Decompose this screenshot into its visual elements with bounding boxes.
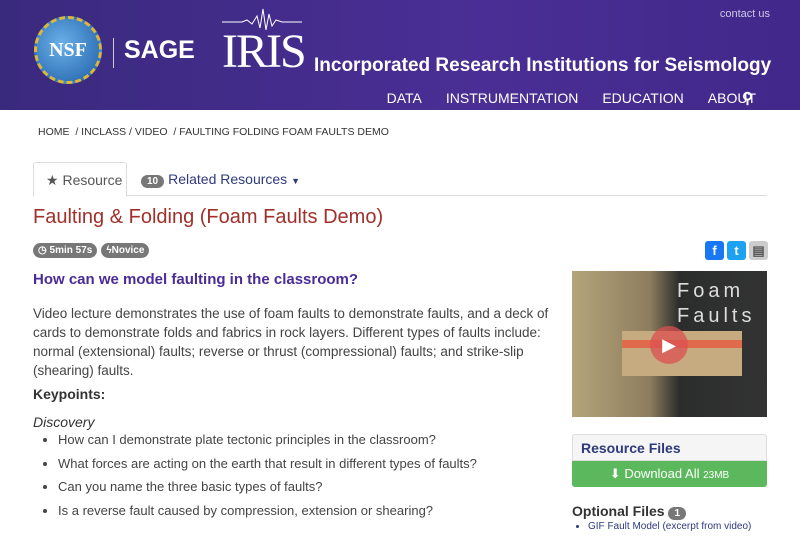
logo-divider (113, 38, 114, 68)
search-icon[interactable]: ⚲ (742, 89, 753, 107)
sage-logo[interactable]: SAGE (124, 36, 195, 65)
share-buttons: f t ▤ (705, 241, 768, 260)
breadcrumb-inclass[interactable]: INCLASS (81, 126, 126, 138)
list-item: How can I demonstrate plate tectonic pri… (58, 432, 477, 456)
play-icon[interactable]: ▶ (650, 326, 688, 364)
discovery-list: How can I demonstrate plate tectonic pri… (58, 432, 477, 526)
resource-files-heading: Resource Files (572, 434, 767, 461)
clock-icon: ◷ (38, 245, 47, 256)
nsf-logo[interactable]: NSF (34, 16, 102, 84)
facebook-icon[interactable]: f (705, 241, 724, 260)
list-item: Can you name the three basic types of fa… (58, 479, 477, 503)
list-item: What forces are acting on the earth that… (58, 456, 477, 480)
breadcrumb-current: FAULTING FOLDING FOAM FAULTS DEMO (179, 126, 389, 138)
breadcrumb: HOME / INCLASS / VIDEO / FAULTING FOLDIN… (38, 126, 389, 138)
tab-related-resources[interactable]: 10 Related Resources ▼ (141, 171, 300, 188)
twitter-icon[interactable]: t (727, 241, 746, 260)
duration-badge: ◷ 5min 57s (33, 243, 98, 258)
page-title: Faulting & Folding (Foam Faults Demo) (33, 206, 384, 228)
caret-down-icon: ▼ (291, 176, 300, 186)
optional-count-badge: 1 (668, 507, 687, 520)
related-count-badge: 10 (141, 175, 165, 188)
keypoints-heading: Keypoints: (33, 386, 106, 402)
description: Video lecture demonstrates the use of fo… (33, 306, 549, 378)
download-icon: ⬇ (609, 466, 621, 481)
tabs: ★ Resource 10 Related Resources ▼ (33, 162, 767, 197)
discovery-heading: Discovery (33, 414, 95, 430)
nav-instrumentation[interactable]: INSTRUMENTATION (446, 90, 578, 106)
breadcrumb-video[interactable]: VIDEO (135, 126, 168, 138)
level-badge: ϟNovice (101, 243, 150, 258)
star-icon: ★ (46, 172, 59, 188)
nav-data[interactable]: DATA (387, 90, 422, 106)
optional-files-list: GIF Fault Model (excerpt from video) (588, 521, 751, 532)
optional-files-heading: Optional Files 1 (572, 503, 690, 520)
resource-tags: ◷ 5min 57s ϟNovice (33, 243, 150, 258)
print-icon[interactable]: ▤ (749, 241, 768, 260)
org-name: Incorporated Research Institutions for S… (314, 55, 772, 76)
site-header: NSF SAGE IRIS Incorporated Research Inst… (0, 0, 800, 110)
download-all-button[interactable]: ⬇ Download All 23MB (572, 461, 767, 487)
guiding-question: How can we model faulting in the classro… (33, 271, 359, 288)
main-nav: DATA INSTRUMENTATION EDUCATION ABOUT (387, 90, 756, 106)
iris-logo[interactable]: IRIS (222, 24, 307, 79)
breadcrumb-home[interactable]: HOME (38, 126, 70, 138)
video-title-overlay: Foam Faults (677, 280, 756, 327)
optional-file-link[interactable]: GIF Fault Model (excerpt from video) (588, 521, 751, 532)
video-player[interactable]: Foam Faults ▶ (572, 271, 767, 417)
contact-link[interactable]: contact us (720, 8, 770, 20)
nav-education[interactable]: EDUCATION (602, 90, 683, 106)
list-item: Is a reverse fault caused by compression… (58, 503, 477, 527)
tab-resource[interactable]: ★ Resource (33, 162, 127, 197)
